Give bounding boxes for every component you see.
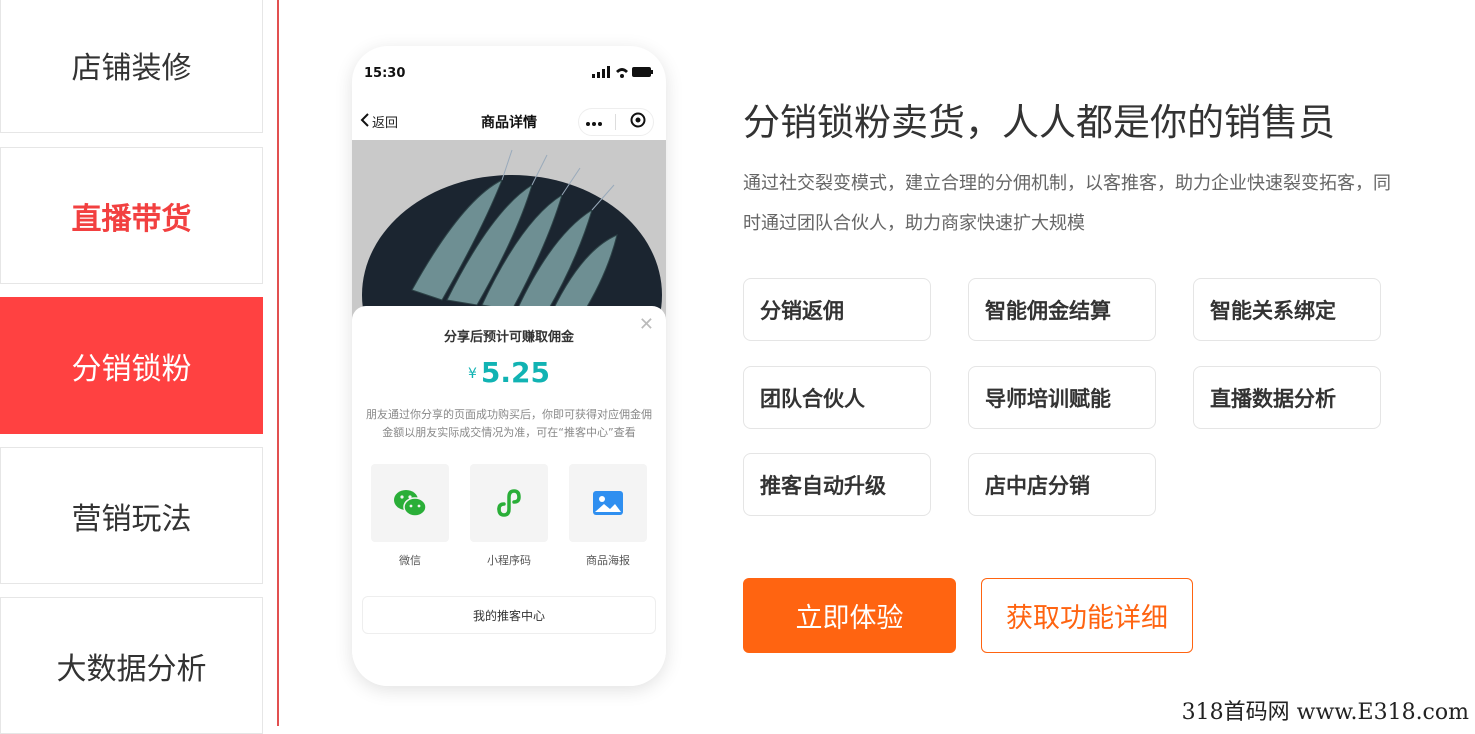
back-label: 返回 [372,112,398,131]
chevron-left-icon [360,113,370,131]
page-description: 通过社交裂变模式，建立合理的分佣机制，以客推客，助力企业快速裂变拓客，同时通过团… [743,164,1403,244]
vertical-divider [277,0,279,726]
feature-tag[interactable]: 直播数据分析 [1193,366,1381,429]
commission-value: 5.25 [481,356,550,389]
capsule-separator [615,114,616,130]
more-dots-icon[interactable] [586,114,602,130]
back-button[interactable]: 返回 [360,112,398,131]
share-panel: ✕ 分享后预计可赚取佣金 ¥5.25 朋友通过你分享的页面成功购买后，你即可获得… [352,306,666,686]
feature-tag[interactable]: 智能佣金结算 [968,278,1156,341]
share-description: 朋友通过你分享的页面成功购买后，你即可获得对应佣金佣金额以朋友实际成交情况为准，… [362,406,656,442]
commission-amount: ¥5.25 [352,356,666,389]
feature-tag[interactable]: 智能关系绑定 [1193,278,1381,341]
sidebar: 店铺装修 直播带货 分销锁粉 营销玩法 大数据分析 [0,0,263,726]
product-image [352,140,666,320]
currency-symbol: ¥ [468,366,477,382]
try-now-button[interactable]: 立即体验 [743,578,956,653]
wechat-icon [371,464,449,542]
my-promoter-center-button[interactable]: 我的推客中心 [362,596,656,634]
sidebar-item-shop-decoration[interactable]: 店铺装修 [0,0,263,133]
share-option-label: 小程序码 [487,552,531,568]
mini-program-icon [470,464,548,542]
feature-tag[interactable]: 推客自动升级 [743,453,931,516]
sidebar-item-live-selling[interactable]: 直播带货 [0,147,263,284]
sidebar-item-big-data[interactable]: 大数据分析 [0,597,263,734]
get-details-button[interactable]: 获取功能详细 [981,578,1193,653]
share-option-mini-program-code[interactable]: 小程序码 [470,464,548,568]
feature-tag[interactable]: 店中店分销 [968,453,1156,516]
close-target-icon[interactable] [630,112,646,132]
share-options: 微信 小程序码 商品海 [371,464,647,568]
share-option-wechat[interactable]: 微信 [371,464,449,568]
sidebar-item-marketing[interactable]: 营销玩法 [0,447,263,584]
feature-tag[interactable]: 团队合伙人 [743,366,931,429]
status-bar: 15:30 [352,46,666,98]
sidebar-item-distribution[interactable]: 分销锁粉 [0,297,263,434]
mini-program-capsule [578,108,654,136]
signal-wifi-battery-icon [592,66,654,81]
feature-tag[interactable]: 分销返佣 [743,278,931,341]
share-option-label: 商品海报 [586,552,630,568]
feature-tag[interactable]: 导师培训赋能 [968,366,1156,429]
status-time: 15:30 [364,66,405,81]
phone-mockup: 15:30 返回 商品详情 [352,46,666,686]
share-option-label: 微信 [399,552,421,568]
phone-nav-bar: 返回 商品详情 [352,104,666,140]
page-headline: 分销锁粉卖货，人人都是你的销售员 [743,92,1335,146]
share-title: 分享后预计可赚取佣金 [352,326,666,345]
share-option-poster[interactable]: 商品海报 [569,464,647,568]
site-watermark: 318首码网 www.E318.com [1182,694,1469,726]
image-icon [569,464,647,542]
